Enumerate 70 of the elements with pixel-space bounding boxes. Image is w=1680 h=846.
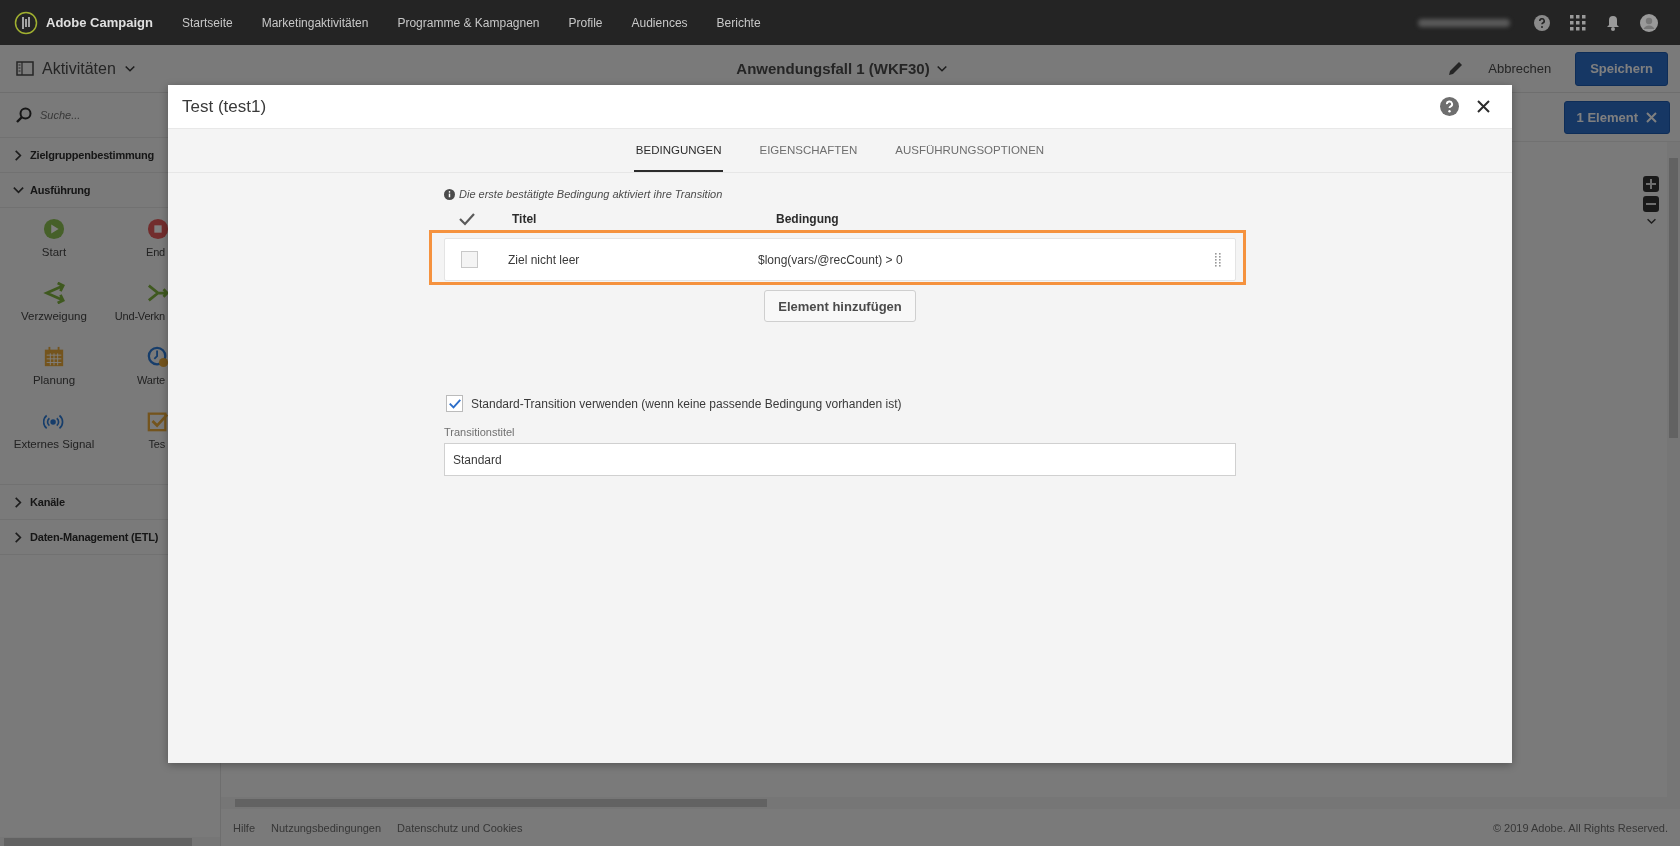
- info-icon: [444, 188, 455, 200]
- activity-label[interactable]: End: [146, 246, 165, 258]
- nav-link[interactable]: Berichte: [716, 15, 761, 30]
- tab[interactable]: EIGENSCHAFTEN: [757, 129, 860, 172]
- add-element-button[interactable]: Element hinzufügen: [764, 290, 916, 322]
- fork-icon: [43, 282, 65, 304]
- checkbox[interactable]: [446, 395, 463, 412]
- help-icon[interactable]: [1440, 97, 1459, 116]
- category-label[interactable]: Zielgruppenbestimmung: [30, 149, 155, 161]
- search-icon: [16, 107, 32, 123]
- zoom-out-icon[interactable]: [1643, 196, 1659, 212]
- workflow-title-dropdown[interactable]: Anwendungsfall 1 (WKF30): [730, 59, 954, 78]
- nav-link[interactable]: Marketingaktivitäten: [261, 15, 369, 30]
- transition-title-field[interactable]: Standard: [444, 443, 1236, 476]
- search-placeholder[interactable]: Suche...: [40, 109, 81, 121]
- copyright-text: © 2019 Adobe. All Rights Reserved.: [1492, 822, 1668, 834]
- selection-button[interactable]: 1 Element: [1563, 100, 1670, 134]
- dialog-title: Test (test1): [182, 96, 267, 117]
- nav-link[interactable]: Audiences: [631, 15, 688, 30]
- clock-icon: [147, 346, 169, 368]
- footer-link[interactable]: Nutzungsbedingungen: [271, 822, 382, 834]
- info-text: Die erste bestätigte Bedingung aktiviert ihre Transition: [459, 188, 723, 200]
- logo-icon: [14, 10, 38, 35]
- nav-link[interactable]: Profile: [568, 15, 603, 30]
- scrollbar[interactable]: [1667, 142, 1680, 797]
- chevron-down-icon[interactable]: [1645, 216, 1657, 227]
- category-label[interactable]: Daten-Management (ETL): [30, 531, 159, 543]
- nav-link[interactable]: Startseite: [182, 15, 233, 30]
- avatar-icon[interactable]: [1640, 13, 1658, 32]
- tab[interactable]: BEDINGUNGEN: [633, 129, 724, 172]
- category-label[interactable]: Ausführung: [30, 184, 91, 196]
- condition-title: Ziel nicht leer: [508, 252, 581, 267]
- activity-label[interactable]: Externes Signal: [13, 438, 95, 450]
- checkbox[interactable]: [461, 251, 478, 268]
- field-label: Transitionstitel: [444, 426, 516, 438]
- help-icon[interactable]: [1534, 14, 1550, 31]
- footer-link[interactable]: Datenschutz und Cookies: [397, 822, 523, 834]
- pencil-icon[interactable]: [1447, 60, 1465, 77]
- calendar-icon: [43, 346, 65, 368]
- activity-label[interactable]: Start: [41, 246, 67, 258]
- activity-label[interactable]: Verzweigung: [21, 310, 87, 322]
- tab[interactable]: AUSFÜHRUNGSOPTIONEN: [893, 129, 1047, 172]
- nav-link[interactable]: Programme & Kampagnen: [397, 15, 540, 30]
- bell-icon[interactable]: [1606, 14, 1620, 31]
- footer-link[interactable]: Hilfe: [233, 822, 255, 834]
- checkbox-label[interactable]: Standard-Transition verwenden (wenn keine passende Bedingung vorhanden ist): [471, 396, 902, 411]
- drag-handle-icon[interactable]: [1215, 251, 1221, 268]
- merge-icon: [147, 282, 169, 304]
- panel-icon[interactable]: [16, 61, 34, 76]
- close-icon[interactable]: [1477, 100, 1490, 113]
- checkbox-icon: [147, 410, 169, 432]
- cancel-button[interactable]: Abbrechen: [1482, 60, 1558, 77]
- zoom-in-icon[interactable]: [1643, 176, 1659, 192]
- column-header: Titel: [512, 212, 537, 226]
- panel-title[interactable]: Aktivitäten: [42, 59, 116, 78]
- check-icon: [459, 212, 475, 226]
- brand-name: Adobe Campaign: [46, 15, 153, 30]
- scrollbar[interactable]: [221, 797, 1680, 809]
- scrollbar[interactable]: [0, 837, 220, 846]
- play-icon: [43, 218, 65, 240]
- column-header: Bedingung: [776, 212, 839, 226]
- activity-label[interactable]: Tes: [148, 438, 165, 450]
- activity-label[interactable]: Und-Verkn: [114, 310, 165, 322]
- condition-expression: $long(vars/@recCount) > 0: [758, 252, 904, 267]
- activity-label[interactable]: Planung: [32, 374, 76, 386]
- save-button[interactable]: Speichern: [1575, 51, 1668, 86]
- category-label[interactable]: Kanäle: [30, 496, 65, 508]
- condition-row[interactable]: Ziel nicht leer $long(vars/@recCount) > 0: [444, 238, 1236, 281]
- apps-grid-icon[interactable]: [1570, 14, 1586, 31]
- activity-label[interactable]: Warte: [137, 374, 165, 386]
